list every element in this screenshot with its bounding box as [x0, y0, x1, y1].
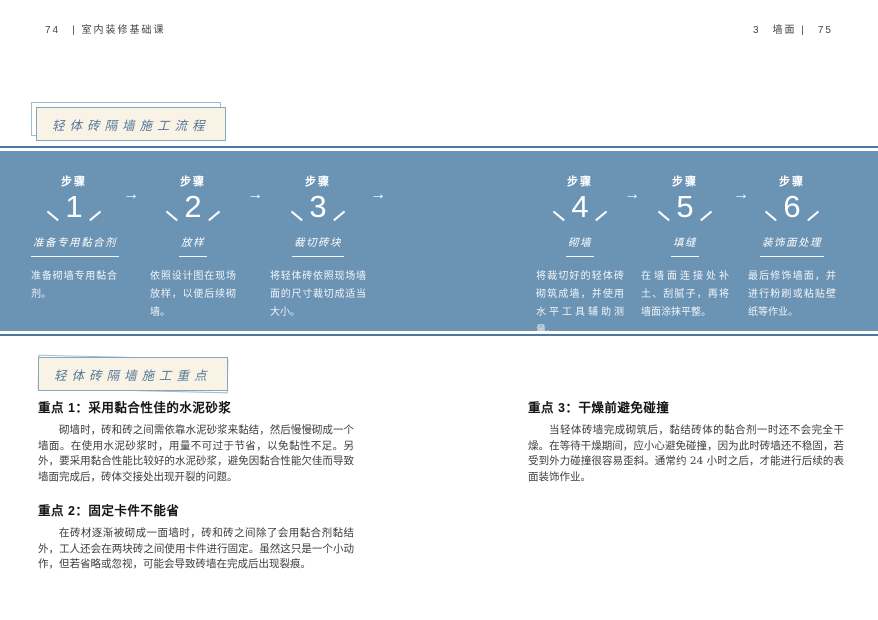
step-name: 裁切砖块: [292, 235, 344, 257]
point-3: 重点 3：干燥前避免碰撞 当轻体砖墙完成砌筑后，黏结砖体的黏合剂一时还不会完全干…: [528, 397, 844, 485]
point-body: 砌墙时，砖和砖之间需依靠水泥砂浆来黏结，然后慢慢砌成一个墙面。在使用水泥砂浆时，…: [38, 423, 354, 485]
step-number-row: 2: [150, 190, 236, 224]
process-step-3: 步骤 3 裁切砖块 将轻体砖依照现场墙面的尺寸裁切成适当大小。: [270, 173, 366, 322]
step-number-row: 5: [641, 190, 729, 224]
step-word: 步骤: [641, 173, 729, 189]
step-number-row: 1: [31, 190, 117, 224]
arrow-right-icon: →: [119, 187, 143, 203]
step-word: 步骤: [748, 173, 836, 189]
process-step-5: 步骤 5 填缝 在墙面连接处补土、刮腻子，再将墙面涂抹平整。: [641, 173, 729, 322]
points-column-right: 重点 3：干燥前避免碰撞 当轻体砖墙完成砌筑后，黏结砖体的黏合剂一时还不会完全干…: [528, 397, 844, 500]
point-heading: 重点 3：干燥前避免碰撞: [528, 397, 844, 416]
diagonal-tick-icon: [208, 211, 220, 221]
step-number: 6: [778, 190, 805, 224]
step-word: 步骤: [31, 173, 117, 189]
diagonal-tick-icon: [554, 211, 566, 221]
points-column-left: 重点 1：采用黏合性佳的水泥砂浆 砌墙时，砖和砖之间需依靠水泥砂浆来黏结，然后慢…: [38, 397, 354, 588]
process-section-title-box: 轻体砖隔墙施工流程: [36, 107, 226, 141]
step-name: 放样: [179, 235, 207, 257]
step-number-row: 4: [536, 190, 624, 224]
banner-body: 步骤 1 准备专用黏合剂 准备砌墙专用黏合剂。 → 步骤 2 放样 依照设计图在…: [0, 151, 878, 331]
running-head-right: 3 墙面 | 75: [753, 21, 833, 36]
process-flow-banner: 步骤 1 准备专用黏合剂 准备砌墙专用黏合剂。 → 步骤 2 放样 依照设计图在…: [0, 146, 878, 336]
step-description: 最后修饰墙面，并进行粉刷或粘贴壁纸等作业。: [748, 268, 836, 322]
arrow-right-icon: →: [243, 187, 267, 203]
point-body: 当轻体砖墙完成砌筑后，黏结砖体的黏合剂一时还不会完全干燥。在等待干燥期间，应小心…: [528, 423, 844, 485]
step-description: 将裁切好的轻体砖砌筑成墙，并使用水平工具辅助测量。: [536, 268, 624, 340]
step-number: 2: [179, 190, 206, 224]
step-number-row: 6: [748, 190, 836, 224]
step-description: 将轻体砖依照现场墙面的尺寸裁切成适当大小。: [270, 268, 366, 322]
step-number: 3: [304, 190, 331, 224]
step-number: 1: [60, 190, 87, 224]
diagonal-tick-icon: [167, 211, 179, 221]
diagonal-tick-icon: [766, 211, 778, 221]
step-word: 步骤: [270, 173, 366, 189]
step-word: 步骤: [150, 173, 236, 189]
step-name: 砌墙: [566, 235, 594, 257]
point-heading: 重点 2：固定卡件不能省: [38, 500, 354, 519]
point-heading: 重点 1：采用黏合性佳的水泥砂浆: [38, 397, 354, 416]
step-description: 准备砌墙专用黏合剂。: [31, 268, 117, 304]
points-section-title: 轻体砖隔墙施工重点: [38, 357, 228, 391]
step-number-row: 3: [270, 190, 366, 224]
book-page-spread: { "page": { "header_left": "74 | 室内装修基础课…: [0, 0, 878, 620]
process-step-6: 步骤 6 装饰面处理 最后修饰墙面，并进行粉刷或粘贴壁纸等作业。: [748, 173, 836, 322]
diagonal-tick-icon: [292, 211, 304, 221]
banner-bottom-rule: [0, 334, 878, 336]
process-step-1: 步骤 1 准备专用黏合剂 准备砌墙专用黏合剂。: [31, 173, 117, 304]
running-head-left: 74 | 室内装修基础课: [45, 21, 166, 36]
process-step-2: 步骤 2 放样 依照设计图在现场放样，以便后续砌墙。: [150, 173, 236, 322]
step-number: 4: [566, 190, 593, 224]
diagonal-tick-icon: [48, 211, 60, 221]
step-description: 依照设计图在现场放样，以便后续砌墙。: [150, 268, 236, 322]
process-section-title: 轻体砖隔墙施工流程: [36, 107, 226, 141]
diagonal-tick-icon: [700, 211, 712, 221]
diagonal-tick-icon: [659, 211, 671, 221]
point-body: 在砖材逐渐被砌成一面墙时，砖和砖之间除了会用黏合剂黏结外，工人还会在两块砖之间使…: [38, 526, 354, 573]
diagonal-tick-icon: [333, 211, 345, 221]
points-section-title-box: 轻体砖隔墙施工重点: [38, 357, 228, 391]
diagonal-tick-icon: [89, 211, 101, 221]
step-description: 在墙面连接处补土、刮腻子，再将墙面涂抹平整。: [641, 268, 729, 322]
diagonal-tick-icon: [595, 211, 607, 221]
step-name: 填缝: [671, 235, 699, 257]
step-name: 准备专用黏合剂: [31, 235, 119, 257]
point-2: 重点 2：固定卡件不能省 在砖材逐渐被砌成一面墙时，砖和砖之间除了会用黏合剂黏结…: [38, 500, 354, 573]
process-step-4: 步骤 4 砌墙 将裁切好的轻体砖砌筑成墙，并使用水平工具辅助测量。: [536, 173, 624, 340]
step-word: 步骤: [536, 173, 624, 189]
step-number: 5: [671, 190, 698, 224]
point-1: 重点 1：采用黏合性佳的水泥砂浆 砌墙时，砖和砖之间需依靠水泥砂浆来黏结，然后慢…: [38, 397, 354, 485]
arrow-right-icon: →: [366, 187, 390, 203]
step-name: 装饰面处理: [760, 235, 824, 257]
diagonal-tick-icon: [807, 211, 819, 221]
